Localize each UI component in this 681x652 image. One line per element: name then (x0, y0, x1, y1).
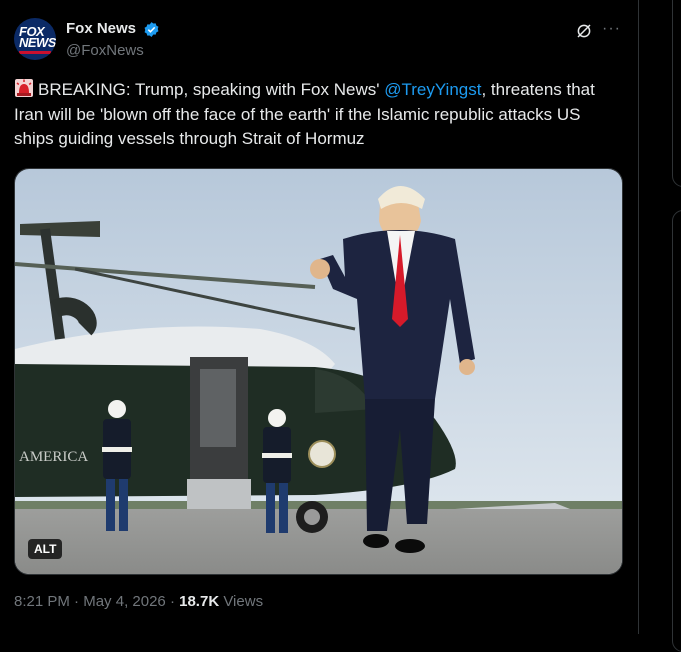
alt-text-badge[interactable]: ALT (28, 539, 63, 559)
tweet-date[interactable]: May 4, 2026 (83, 593, 166, 610)
rotating-light-icon (15, 79, 33, 97)
right-sidebar-edge (672, 0, 681, 652)
avatar-logo: FOX NEWS (19, 24, 56, 50)
grok-icon[interactable] (575, 22, 593, 40)
author-name[interactable]: Fox News (66, 20, 136, 37)
tweet-text: BREAKING: Trump, speaking with Fox News'… (14, 79, 595, 148)
views-count: 18.7K (179, 593, 220, 610)
tweet-meta: 8:21 PM · May 4, 2026 · 18.7K Views (14, 593, 264, 610)
author-handle[interactable]: @FoxNews (66, 42, 144, 59)
tweet-photo[interactable]: AMERICA ALT (14, 168, 623, 575)
verified-badge-icon (144, 22, 159, 37)
views-label: Views (223, 593, 264, 610)
photo-scene: AMERICA (15, 169, 622, 574)
tweet-time[interactable]: 8:21 PM (14, 593, 70, 610)
column-divider (638, 0, 639, 634)
svg-text:AMERICA: AMERICA (19, 449, 88, 465)
mention-link[interactable]: @TreyYingst (384, 80, 481, 99)
more-icon[interactable]: ··· (602, 20, 621, 38)
avatar[interactable]: FOX NEWS (14, 18, 56, 60)
